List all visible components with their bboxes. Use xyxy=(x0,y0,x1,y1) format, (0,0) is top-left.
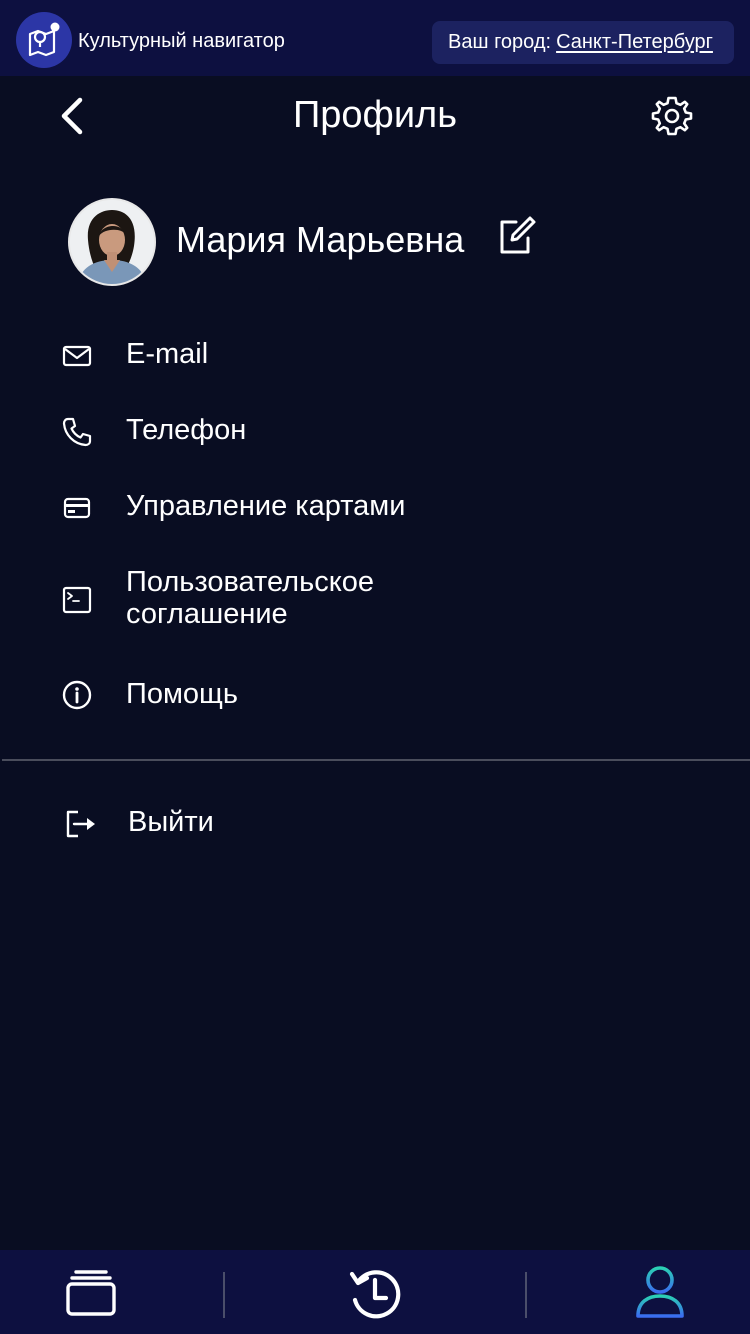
menu-item-agreement[interactable]: Пользовательское соглашение xyxy=(0,566,750,632)
nav-cards-button[interactable] xyxy=(58,1260,122,1324)
divider xyxy=(2,759,750,761)
user-name: Мария Марьевна xyxy=(176,219,465,260)
nav-history-button[interactable] xyxy=(344,1260,408,1324)
menu-item-email[interactable]: E-mail xyxy=(0,336,750,376)
terminal-icon xyxy=(60,583,94,617)
mail-icon xyxy=(60,339,94,373)
logout-icon xyxy=(62,807,96,841)
nav-profile-button[interactable] xyxy=(628,1260,692,1324)
menu-item-cards[interactable]: Управление картами xyxy=(0,488,750,528)
app-top-bar: Культурный навигатор Ваш город: Санкт-Пе… xyxy=(0,0,750,76)
app-logo-icon xyxy=(16,12,72,68)
logout-label: Выйти xyxy=(128,806,214,838)
menu-item-label: E-mail xyxy=(126,338,209,370)
logout-button[interactable]: Выйти xyxy=(0,804,750,844)
nav-separator xyxy=(525,1272,527,1318)
gear-icon xyxy=(651,96,693,136)
city-label: Ваш город: xyxy=(448,31,552,53)
cards-icon xyxy=(66,1270,116,1316)
profile-icon xyxy=(636,1266,684,1318)
menu-item-phone[interactable]: Телефон xyxy=(0,412,750,452)
edit-icon xyxy=(500,216,536,254)
menu-item-label: Помощь xyxy=(126,678,239,710)
menu-item-label: Пользовательское соглашение xyxy=(126,566,374,630)
menu-item-label: Управление картами xyxy=(126,490,406,522)
history-icon xyxy=(349,1270,401,1319)
info-icon xyxy=(60,678,94,712)
card-icon xyxy=(60,491,94,525)
menu-item-help[interactable]: Помощь xyxy=(0,676,750,716)
menu-item-label: Телефон xyxy=(126,414,247,446)
city-selector[interactable]: Ваш город: Санкт-Петербург xyxy=(432,21,734,64)
nav-separator xyxy=(223,1272,225,1318)
app-name: Культурный навигатор xyxy=(78,30,285,52)
city-link[interactable]: Санкт-Петербург xyxy=(556,31,713,54)
page-title: Профиль xyxy=(292,94,458,136)
user-photo-icon xyxy=(70,200,154,284)
settings-button[interactable] xyxy=(648,92,696,140)
phone-icon xyxy=(60,415,94,449)
avatar[interactable] xyxy=(68,198,156,286)
edit-profile-button[interactable] xyxy=(494,214,538,258)
bottom-navigation xyxy=(0,1250,750,1334)
